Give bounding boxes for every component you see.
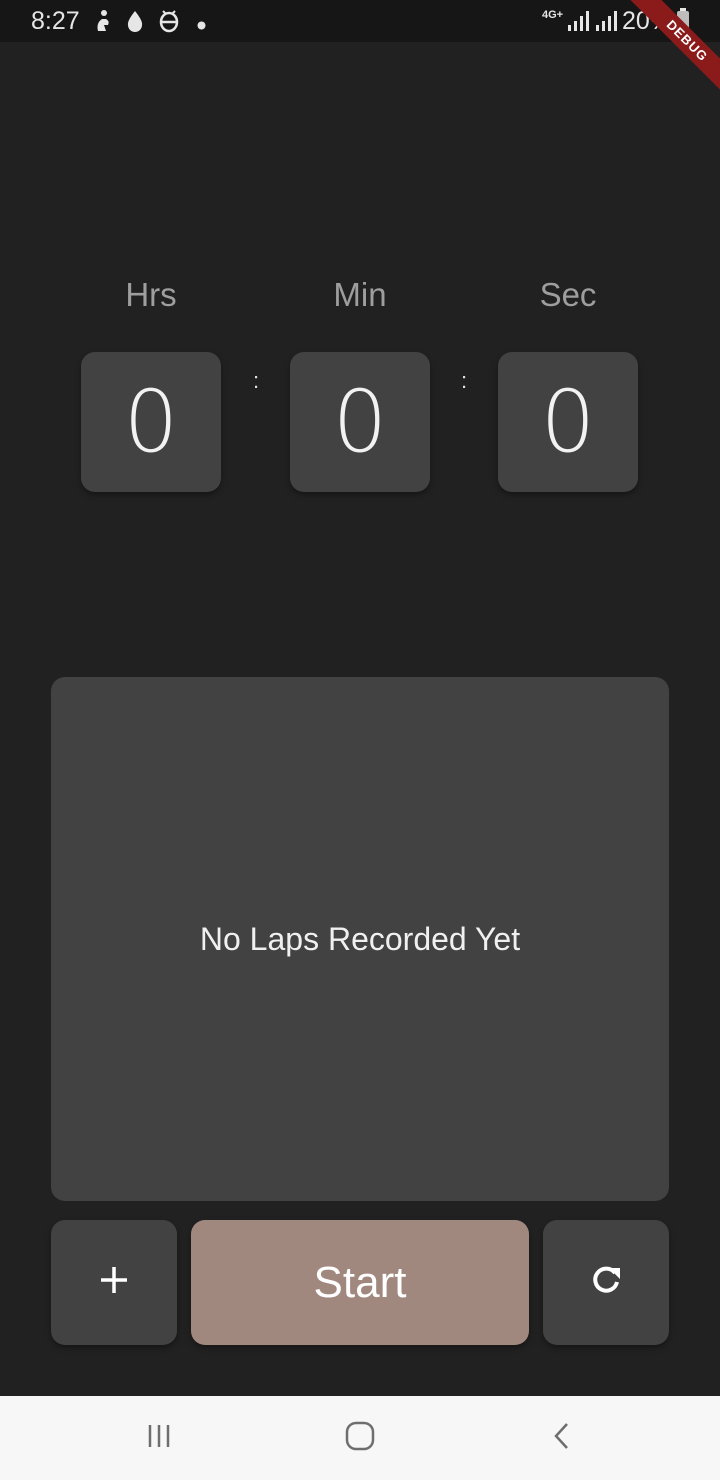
drop-icon (126, 9, 144, 38)
system-nav-bar (0, 1396, 720, 1480)
seconds-display: 0 (498, 352, 638, 492)
minutes-label: Min (333, 276, 387, 313)
signal-icon (566, 9, 590, 38)
hours-display: 0 (81, 352, 221, 492)
status-bar: 8:27 4G+ 20% (0, 0, 720, 42)
reset-button[interactable] (543, 1220, 669, 1345)
laps-empty-message: No Laps Recorded Yet (199, 920, 521, 957)
laps-list[interactable]: No Laps Recorded Yet (51, 677, 669, 1201)
start-button[interactable]: Start (191, 1220, 529, 1345)
signal-icon (594, 9, 618, 38)
plus-icon (99, 1265, 129, 1300)
stopwatch-screen: 8:27 4G+ 20% DEBUG Hrs Min Sec 0: 0: 0… (0, 0, 720, 1480)
seconds-label: Sec (539, 276, 597, 313)
separator-colon: : (460, 368, 468, 393)
dot-icon (197, 17, 206, 35)
home-button[interactable] (330, 1412, 390, 1464)
minutes-display: 0 (290, 352, 430, 492)
recent-apps-icon (144, 1421, 174, 1456)
hours-label: Hrs (125, 276, 177, 313)
figure-icon (92, 9, 114, 38)
home-icon (344, 1420, 376, 1457)
network-type: 4G+ (542, 9, 564, 21)
status-time: 8:27 (31, 7, 80, 35)
debug-bug-icon (157, 9, 181, 38)
separator-colon: : (252, 368, 260, 393)
recent-apps-button[interactable] (129, 1412, 189, 1464)
refresh-icon (589, 1263, 623, 1302)
back-button[interactable] (532, 1412, 592, 1464)
start-button-label: Start (313, 1257, 407, 1307)
add-lap-button[interactable] (51, 1220, 177, 1345)
back-icon (547, 1421, 577, 1456)
